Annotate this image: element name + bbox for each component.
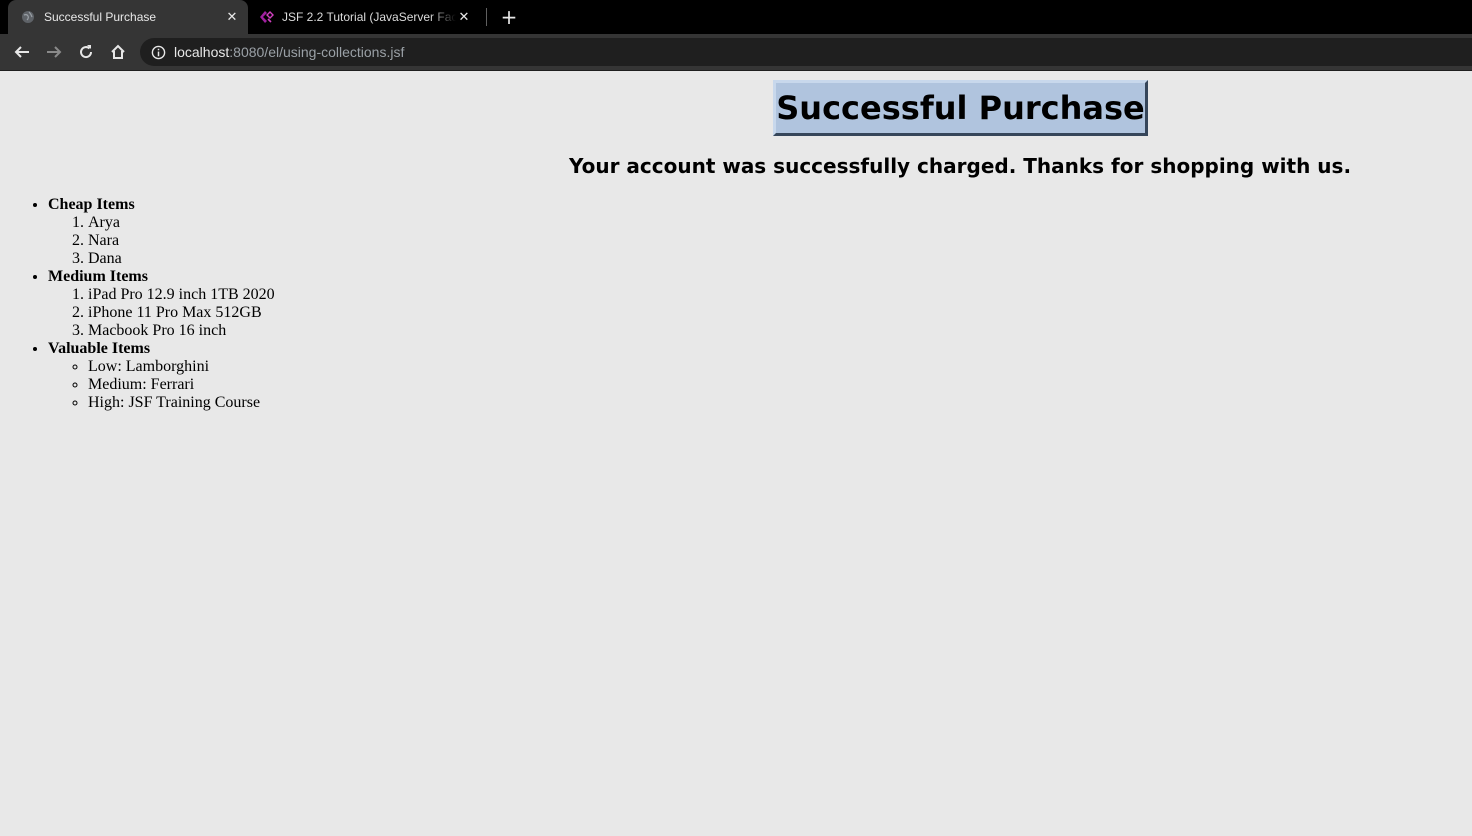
list-item-valuable-items: Valuable Items Low: Lamborghini Medium: … [48,340,275,412]
list-item: Nara [88,232,275,250]
reload-icon [80,45,93,59]
valuable-items-list: Low: Lamborghini Medium: Ferrari High: J… [48,358,275,412]
list-item: High: JSF Training Course [88,394,275,412]
list-item: Medium: Ferrari [88,376,275,394]
cheap-items-list: Arya Nara Dana [48,214,275,268]
back-arrow-icon [14,46,29,58]
tab-jsf-tutorial[interactable]: JSF 2.2 Tutorial (JavaServer Faces ✕ [250,0,486,34]
page-content: Successful Purchase Your account was suc… [0,71,1472,836]
list-item: iPad Pro 12.9 inch 1TB 2020 [88,286,275,304]
list-item: Macbook Pro 16 inch [88,322,275,340]
coreservlets-logo-icon [258,9,274,25]
tab-title: JSF 2.2 Tutorial (JavaServer Faces [282,10,456,24]
site-info-icon[interactable] [150,44,166,60]
list-item: iPhone 11 Pro Max 512GB [88,304,275,322]
forward-arrow-icon [47,46,62,58]
reload-button[interactable] [74,40,98,64]
url-path: :8080/el/using-collections.jsf [229,44,405,60]
list-item: Low: Lamborghini [88,358,275,376]
browser-toolbar: localhost:8080/el/using-collections.jsf [0,34,1472,71]
list-item-cheap-items: Cheap Items Arya Nara Dana [48,196,275,268]
confirmation-message: Your account was successfully charged. T… [568,154,1352,178]
medium-items-list: iPad Pro 12.9 inch 1TB 2020 iPhone 11 Pr… [48,286,275,340]
tab-title: Successful Purchase [44,10,157,24]
new-tab-button[interactable]: + [498,6,520,28]
close-tab-icon[interactable]: ✕ [456,9,472,25]
home-button[interactable] [106,40,130,64]
back-button[interactable] [10,40,34,64]
tab-successful-purchase[interactable]: Successful Purchase ✕ [8,0,248,34]
url-host: localhost [174,44,230,60]
close-tab-icon[interactable]: ✕ [224,9,240,25]
forward-button[interactable] [42,40,66,64]
list-item: Dana [88,250,275,268]
list-item-medium-items: Medium Items iPad Pro 12.9 inch 1TB 2020… [48,268,275,340]
tab-separator [486,8,487,26]
page-title: Successful Purchase [773,80,1148,136]
item-lists: Cheap Items Arya Nara Dana Medium Items … [0,196,275,412]
home-icon [111,44,125,59]
tab-strip: Successful Purchase ✕ JSF 2.2 Tutorial (… [0,0,1472,34]
address-bar[interactable]: localhost:8080/el/using-collections.jsf [140,38,1472,66]
globe-icon [20,9,36,25]
list-item: Arya [88,214,275,232]
item-groups-list: Cheap Items Arya Nara Dana Medium Items … [0,196,275,412]
group-label: Medium Items [48,268,148,285]
group-label: Valuable Items [48,340,151,357]
group-label: Cheap Items [48,196,135,213]
